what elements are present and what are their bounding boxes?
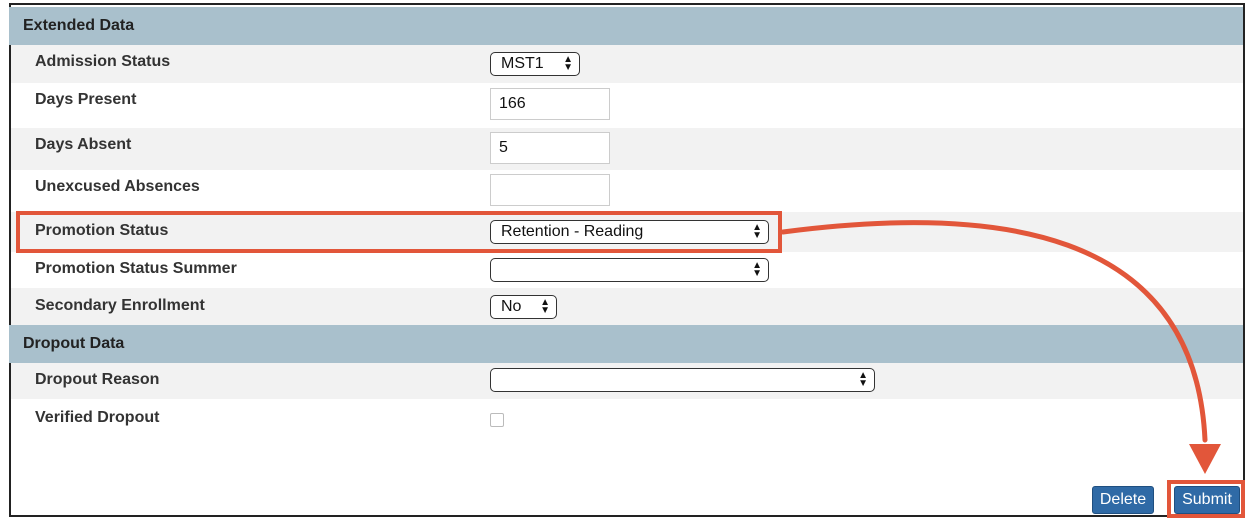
days-present-row: Days Present 166: [11, 83, 1243, 128]
promotion-status-summer-label: Promotion Status Summer: [35, 260, 237, 277]
unexcused-absences-label: Unexcused Absences: [35, 178, 200, 195]
unexcused-absences-input[interactable]: [490, 174, 610, 206]
days-present-input[interactable]: 166: [490, 88, 610, 120]
up-down-chevron-icon: ▲ ▼: [858, 370, 868, 389]
up-down-chevron-icon: ▲ ▼: [563, 54, 573, 73]
extended-data-header: Extended Data: [9, 7, 1243, 45]
secondary-enrollment-label: Secondary Enrollment: [35, 297, 205, 314]
verified-dropout-row: Verified Dropout: [11, 399, 1243, 437]
secondary-enrollment-row: Secondary Enrollment No ▲ ▼: [11, 288, 1243, 325]
admission-status-row: Admission Status MST1 ▲ ▼: [11, 45, 1243, 83]
promotion-status-highlight: [16, 211, 782, 253]
admission-status-value: MST1: [501, 55, 544, 72]
up-down-chevron-icon: ▲ ▼: [540, 297, 550, 316]
verified-dropout-checkbox[interactable]: [490, 413, 504, 427]
days-present-label: Days Present: [35, 91, 137, 108]
promotion-status-summer-select[interactable]: ▲ ▼: [490, 258, 769, 282]
admission-status-select[interactable]: MST1 ▲ ▼: [490, 52, 580, 76]
days-absent-label: Days Absent: [35, 136, 132, 153]
dropout-reason-label: Dropout Reason: [35, 371, 160, 388]
delete-button[interactable]: Delete: [1092, 486, 1154, 514]
days-absent-input[interactable]: 5: [490, 132, 610, 164]
dropout-data-header: Dropout Data: [9, 325, 1243, 363]
submit-highlight: [1167, 480, 1245, 518]
dropout-data-title: Dropout Data: [23, 335, 125, 352]
secondary-enrollment-select[interactable]: No ▲ ▼: [490, 295, 557, 319]
admission-status-label: Admission Status: [35, 53, 171, 70]
verified-dropout-label: Verified Dropout: [35, 409, 160, 426]
unexcused-absences-row: Unexcused Absences: [11, 170, 1243, 212]
up-down-chevron-icon: ▲ ▼: [752, 260, 762, 279]
dropout-reason-select[interactable]: ▲ ▼: [490, 368, 875, 392]
secondary-enrollment-value: No: [501, 298, 522, 315]
dropout-reason-row: Dropout Reason ▲ ▼: [11, 363, 1243, 399]
extended-data-title: Extended Data: [23, 17, 135, 34]
days-absent-row: Days Absent 5: [11, 128, 1243, 170]
promotion-status-summer-row: Promotion Status Summer ▲ ▼: [11, 252, 1243, 288]
